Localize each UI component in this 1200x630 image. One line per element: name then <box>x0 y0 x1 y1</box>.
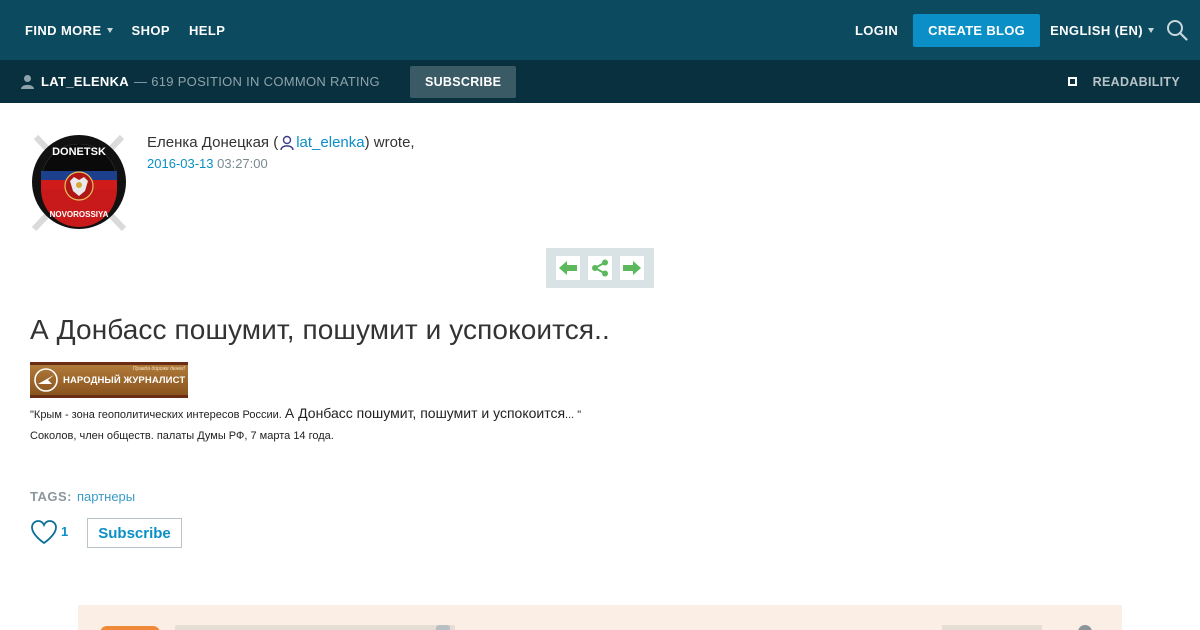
arrow-left-icon <box>559 261 577 275</box>
promo-date-placeholder <box>942 625 1042 630</box>
journal-bar: LAT_ELENKA — 619 POSITION IN COMMON RATI… <box>0 60 1200 103</box>
subscribe-journal-button[interactable]: SUBSCRIBE <box>409 65 517 98</box>
post-title: А Донбасс пошумит, пошумит и успокоится.… <box>30 314 610 345</box>
tags-label: TAGS: <box>30 489 72 504</box>
quote-small: "Крым - зона геополитических интересов Р… <box>30 409 285 421</box>
wrote-text: ) wrote, <box>364 134 415 151</box>
post-tags: TAGS: партнеры <box>30 489 135 504</box>
quote-end: ... " <box>565 409 582 421</box>
banner-text: НАРОДНЫЙ ЖУРНАЛИСТ <box>63 374 186 386</box>
author-name: Еленка Донецкая ( <box>147 134 279 151</box>
info-icon[interactable] <box>1078 625 1092 630</box>
help-link[interactable]: HELP <box>189 23 225 38</box>
comment-icon <box>436 625 450 630</box>
like-count: 1 <box>61 524 69 539</box>
shop-link[interactable]: SHOP <box>132 23 170 38</box>
quote-text: "Крым - зона геополитических интересов Р… <box>30 405 581 421</box>
quote-big: А Донбасс пошумит, пошумит и успокоится <box>284 405 566 421</box>
subscribe-post-button[interactable]: Subscribe <box>87 518 182 548</box>
post-time: 03:27:00 <box>217 156 268 171</box>
find-more-label: FIND MORE <box>25 22 102 38</box>
share-button[interactable] <box>588 256 612 280</box>
create-blog-button[interactable]: CREATE BLOG <box>913 13 1041 47</box>
post-navigation-toolbar <box>546 248 654 288</box>
promo-badge[interactable] <box>100 626 160 630</box>
promo-panel <box>78 605 1122 630</box>
login-link[interactable]: LOGIN <box>855 23 898 38</box>
author-handle-link[interactable]: lat_elenka <box>296 134 364 151</box>
arrow-right-icon <box>623 261 641 275</box>
post-datetime: 2016-03-13 03:27:00 <box>147 156 268 171</box>
heart-icon[interactable] <box>30 519 58 545</box>
share-icon <box>592 259 608 277</box>
search-icon[interactable] <box>1166 19 1188 41</box>
author-line: Еленка Донецкая ( lat_elenka ) wrote, <box>147 134 415 151</box>
nav-right: LOGIN CREATE BLOG ENGLISH (EN) <box>855 0 1188 60</box>
previous-post-button[interactable] <box>556 256 580 280</box>
banner-slogan: Правда дороже денег! <box>132 366 185 372</box>
top-navbar: FIND MORE SHOP HELP LOGIN CREATE BLOG EN… <box>0 0 1200 60</box>
caret-down-icon <box>106 28 113 33</box>
find-more-menu[interactable]: FIND MORE <box>25 23 113 38</box>
narodny-journalist-banner[interactable]: НАРОДНЫЙ ЖУРНАЛИСТ Правда дороже денег! <box>30 362 188 398</box>
rating-text: — 619 POSITION IN COMMON RATING <box>133 74 380 89</box>
language-label: ENGLISH (EN) <box>1050 22 1143 38</box>
nav-left: FIND MORE SHOP HELP <box>25 0 244 60</box>
readability-toggle[interactable]: READABILITY <box>1067 60 1180 103</box>
caret-down-icon <box>1148 28 1154 33</box>
journal-username[interactable]: LAT_ELENKA <box>41 74 129 89</box>
user-icon <box>21 75 34 89</box>
author-avatar[interactable]: DONETSK NOVOROSSIYA <box>30 133 128 231</box>
readability-label: READABILITY <box>1092 74 1180 89</box>
lj-user-icon[interactable] <box>279 135 295 151</box>
promo-text-placeholder <box>175 625 455 630</box>
journalist-logo-icon <box>34 368 58 392</box>
language-selector[interactable]: ENGLISH (EN) <box>1050 23 1154 38</box>
readability-icon <box>1067 77 1077 86</box>
tag-link[interactable]: партнеры <box>77 489 135 504</box>
post-date-link[interactable]: 2016-03-13 <box>147 156 214 171</box>
avatar-bottom-text: NOVOROSSIYA <box>50 210 109 219</box>
next-post-button[interactable] <box>620 256 644 280</box>
avatar-top-text: DONETSK <box>52 146 106 158</box>
quote-attribution: Соколов, член обществ. палаты Думы РФ, 7… <box>30 430 334 442</box>
journal-bar-left: LAT_ELENKA — 619 POSITION IN COMMON RATI… <box>20 60 517 103</box>
